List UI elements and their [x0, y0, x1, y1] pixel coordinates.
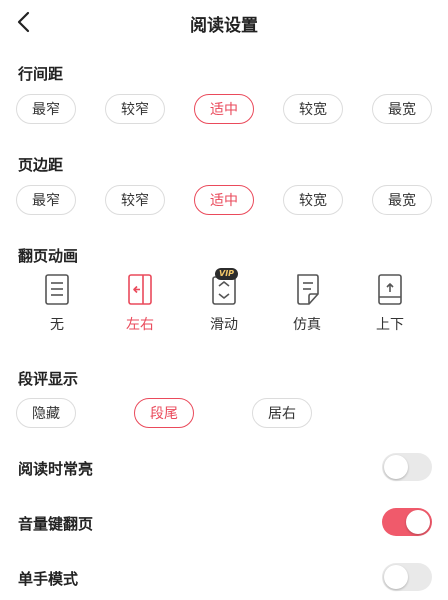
toggle-knob: [384, 565, 408, 589]
page-turn-option-slide[interactable]: VIP 滑动: [194, 268, 254, 336]
page-lines-icon: [45, 274, 69, 305]
header: 阅读设置: [0, 0, 448, 46]
page-turn-label-left-right: 左右: [126, 317, 154, 333]
line-spacing-option-medium[interactable]: 适中: [194, 94, 254, 124]
page-turn-option-left-right[interactable]: 左右: [110, 272, 170, 336]
page-turn-label-simulation: 仿真: [293, 317, 321, 333]
keep-screen-on-toggle[interactable]: [382, 453, 432, 481]
page-arrow-left-icon: [128, 274, 152, 305]
page-turn-label-slide: 滑动: [210, 317, 238, 333]
page-margin-option-narrowest[interactable]: 最窄: [16, 185, 76, 215]
page-turn-label: 翻页动画: [18, 247, 79, 265]
paragraph-comment-option-right[interactable]: 居右: [252, 398, 312, 428]
page-turn-option-up-down[interactable]: 上下: [360, 272, 420, 336]
toggle-knob: [384, 455, 408, 479]
line-spacing-option-wide[interactable]: 较宽: [283, 94, 343, 124]
page-margin-option-medium[interactable]: 适中: [194, 185, 254, 215]
page-arrow-up-icon: [378, 274, 402, 305]
one-hand-mode-label: 单手模式: [18, 570, 79, 588]
paragraph-comment-option-hide[interactable]: 隐藏: [16, 398, 76, 428]
page-margin-option-narrow[interactable]: 较窄: [105, 185, 165, 215]
paragraph-comment-label: 段评显示: [18, 370, 79, 388]
volume-key-page-turn-label: 音量键翻页: [18, 515, 94, 533]
page-title: 阅读设置: [190, 16, 258, 36]
one-hand-mode-toggle[interactable]: [382, 563, 432, 591]
line-spacing-option-narrowest[interactable]: 最窄: [16, 94, 76, 124]
paragraph-comment-option-end[interactable]: 段尾: [134, 398, 194, 428]
page-margin-option-wide[interactable]: 较宽: [283, 185, 343, 215]
page-turn-label-up-down: 上下: [376, 317, 404, 333]
page-margin-option-widest[interactable]: 最宽: [372, 185, 432, 215]
line-spacing-option-widest[interactable]: 最宽: [372, 94, 432, 124]
line-spacing-option-narrow[interactable]: 较窄: [105, 94, 165, 124]
page-turn-label-none: 无: [50, 317, 64, 333]
vip-badge: VIP: [215, 268, 239, 280]
line-spacing-label: 行间距: [18, 65, 64, 83]
page-margin-label: 页边距: [18, 156, 64, 174]
page-curl-icon: [297, 274, 319, 305]
toggle-knob: [406, 510, 430, 534]
page-turn-option-simulation[interactable]: 仿真: [277, 272, 337, 336]
page-turn-option-none[interactable]: 无: [27, 272, 87, 336]
volume-key-page-turn-toggle[interactable]: [382, 508, 432, 536]
keep-screen-on-label: 阅读时常亮: [18, 460, 94, 478]
